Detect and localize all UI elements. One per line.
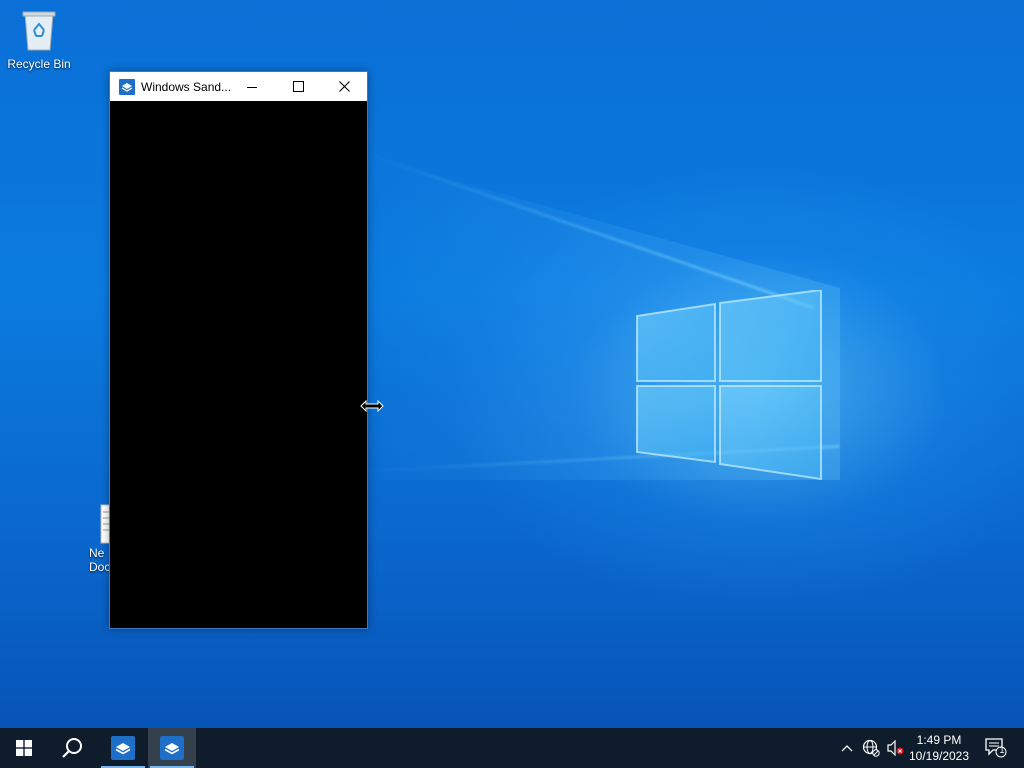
desktop-icon-recycle-bin[interactable]: Recycle Bin (1, 8, 77, 71)
notification-count-badge: 1 (999, 745, 1005, 755)
globe-network-icon (862, 739, 880, 757)
desktop[interactable]: Recycle Bin Ne Doc Windows Sand... (0, 0, 1024, 728)
close-icon (338, 81, 350, 92)
window-title: Windows Sand... (141, 79, 232, 94)
desktop-icon-label: Recycle Bin (7, 57, 71, 71)
chevron-up-icon (841, 745, 853, 752)
volume-button[interactable] (884, 728, 906, 768)
recycle-bin-icon (22, 11, 56, 51)
taskbar-app-windows-sandbox-active[interactable] (148, 728, 196, 768)
search-icon (62, 738, 82, 758)
horizontal-resize-cursor-icon (360, 400, 384, 412)
start-button[interactable] (0, 728, 48, 768)
windows-sandbox-icon (111, 736, 135, 760)
maximize-icon (292, 81, 304, 92)
network-button[interactable] (860, 728, 882, 768)
clock[interactable]: 1:49 PM 10/19/2023 (906, 732, 972, 764)
minimize-icon (247, 86, 257, 88)
action-center-button[interactable]: 1 (976, 728, 1016, 768)
clock-date: 10/19/2023 (908, 749, 970, 763)
clock-time: 1:49 PM (916, 733, 962, 747)
maximize-button[interactable] (275, 72, 321, 101)
windows-sandbox-icon (160, 736, 184, 760)
windows-start-icon (16, 740, 32, 756)
window-content-area[interactable] (110, 101, 367, 627)
taskbar-app-windows-sandbox-pinned[interactable] (99, 728, 147, 768)
windows-sandbox-icon (119, 78, 135, 95)
windows-logo-wallpaper (636, 290, 822, 481)
search-button[interactable] (48, 728, 96, 768)
windows-sandbox-window[interactable]: Windows Sand... (109, 71, 368, 629)
speaker-muted-icon (887, 740, 904, 756)
minimize-button[interactable] (229, 72, 275, 101)
window-titlebar[interactable]: Windows Sand... (110, 72, 367, 101)
close-button[interactable] (321, 72, 367, 101)
taskbar: 1:49 PM 10/19/2023 1 (0, 728, 1024, 768)
show-hidden-icons-button[interactable] (838, 728, 856, 768)
